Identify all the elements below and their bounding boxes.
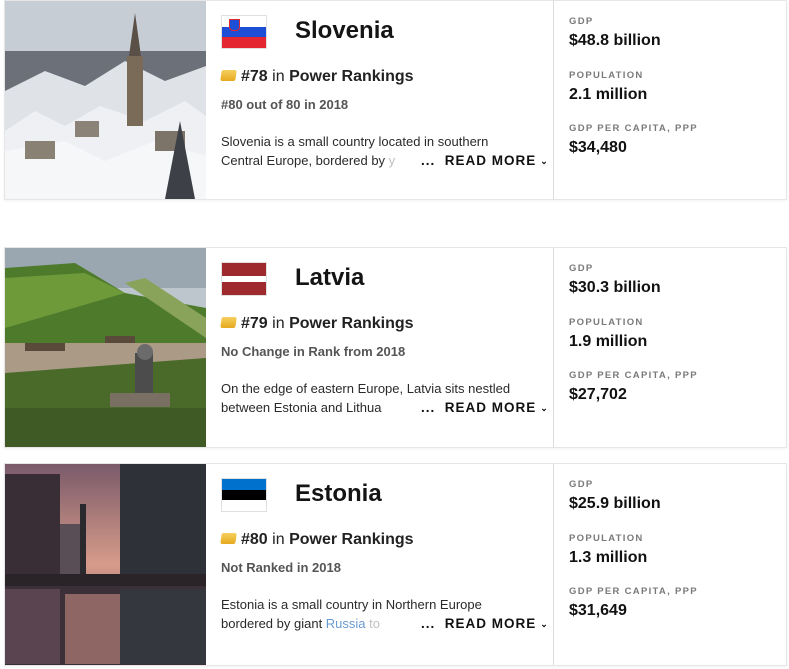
rank-label: Power Rankings <box>289 315 414 332</box>
rank-in: in <box>272 315 285 332</box>
country-name[interactable]: Estonia <box>295 480 382 508</box>
population-label: POPULATION <box>569 533 644 544</box>
country-summary: Slovenia #78 in Power Rankings #80 out o… <box>206 1 553 199</box>
description-line2: Central Europe, bordered by <box>221 153 386 168</box>
gdp-value: $25.9 billion <box>569 495 661 512</box>
description-line1: On the edge of eastern Europe, Latvia si… <box>221 381 511 396</box>
divider <box>553 464 554 665</box>
rank-number: #80 <box>241 531 268 548</box>
country-card-slovenia: Slovenia #78 in Power Rankings #80 out o… <box>4 0 787 200</box>
population-label: POPULATION <box>569 317 644 328</box>
population-value: 2.1 million <box>569 86 648 103</box>
ellipsis: ... <box>421 616 436 631</box>
gdp-per-capita-label: GDP PER CAPITA, PPP <box>569 123 698 134</box>
read-more-label: READ MORE <box>444 400 537 415</box>
latvia-photo <box>5 248 206 447</box>
flag-icon <box>221 262 267 296</box>
gdp-per-capita-value: $31,649 <box>569 602 627 619</box>
gdp-per-capita-label: GDP PER CAPITA, PPP <box>569 586 698 597</box>
ticket-icon <box>220 70 237 81</box>
rank-in: in <box>272 68 285 85</box>
read-more-button[interactable]: ... READ MORE ⌄ <box>419 616 549 631</box>
chevron-down-icon: ⌄ <box>540 619 549 629</box>
ellipsis: ... <box>421 400 436 415</box>
read-more-button[interactable]: ... READ MORE ⌄ <box>419 400 549 415</box>
gdp-value: $30.3 billion <box>569 279 661 296</box>
rank-change: Not Ranked in 2018 <box>221 560 341 575</box>
description-line1: Estonia is a small country in Northern E… <box>221 597 482 612</box>
description-line2: bordered by giant <box>221 616 326 631</box>
rank-number: #78 <box>241 68 268 85</box>
flag-icon <box>221 478 267 512</box>
gdp-per-capita-value: $34,480 <box>569 139 627 156</box>
ticket-icon <box>220 317 237 328</box>
country-name[interactable]: Slovenia <box>295 17 394 45</box>
power-ranking: #79 in Power Rankings <box>220 315 414 333</box>
country-name[interactable]: Latvia <box>295 264 364 292</box>
description-line1: Slovenia is a small country located in s… <box>221 134 489 149</box>
power-ranking: #80 in Power Rankings <box>220 531 414 549</box>
gdp-label: GDP <box>569 479 594 490</box>
slovenia-photo <box>5 1 206 199</box>
estonia-photo <box>5 464 206 665</box>
gdp-label: GDP <box>569 16 594 27</box>
divider <box>553 1 554 199</box>
russia-link[interactable]: Russia <box>326 616 366 631</box>
read-more-button[interactable]: ... READ MORE ⌄ <box>419 153 549 168</box>
gdp-per-capita-label: GDP PER CAPITA, PPP <box>569 370 698 381</box>
gdp-per-capita-value: $27,702 <box>569 386 627 403</box>
rank-in: in <box>272 531 285 548</box>
country-summary: Latvia #79 in Power Rankings No Change i… <box>206 248 553 447</box>
stats-panel: GDP $48.8 billion POPULATION 2.1 million… <box>569 1 779 199</box>
population-label: POPULATION <box>569 70 644 81</box>
country-card-estonia: Estonia #80 in Power Rankings Not Ranked… <box>4 463 787 666</box>
ellipsis: ... <box>421 153 436 168</box>
description-fade: to <box>365 616 381 631</box>
power-ranking: #78 in Power Rankings <box>220 68 414 86</box>
ticket-icon <box>220 533 237 544</box>
read-more-label: READ MORE <box>444 153 537 168</box>
description-line2: between Estonia and Lithua <box>221 400 382 415</box>
chevron-down-icon: ⌄ <box>540 403 549 413</box>
rank-label: Power Rankings <box>289 531 414 548</box>
gdp-label: GDP <box>569 263 594 274</box>
stats-panel: GDP $30.3 billion POPULATION 1.9 million… <box>569 248 779 447</box>
flag-icon <box>221 15 267 49</box>
chevron-down-icon: ⌄ <box>540 156 549 166</box>
rank-change: No Change in Rank from 2018 <box>221 344 406 359</box>
country-summary: Estonia #80 in Power Rankings Not Ranked… <box>206 464 553 665</box>
stats-panel: GDP $25.9 billion POPULATION 1.3 million… <box>569 464 779 665</box>
gdp-value: $48.8 billion <box>569 32 661 49</box>
rank-change: #80 out of 80 in 2018 <box>221 97 349 112</box>
population-value: 1.3 million <box>569 549 648 566</box>
read-more-label: READ MORE <box>444 616 537 631</box>
population-value: 1.9 million <box>569 333 648 350</box>
rank-label: Power Rankings <box>289 68 414 85</box>
country-card-latvia: Latvia #79 in Power Rankings No Change i… <box>4 247 787 448</box>
divider <box>553 248 554 447</box>
rank-number: #79 <box>241 315 268 332</box>
